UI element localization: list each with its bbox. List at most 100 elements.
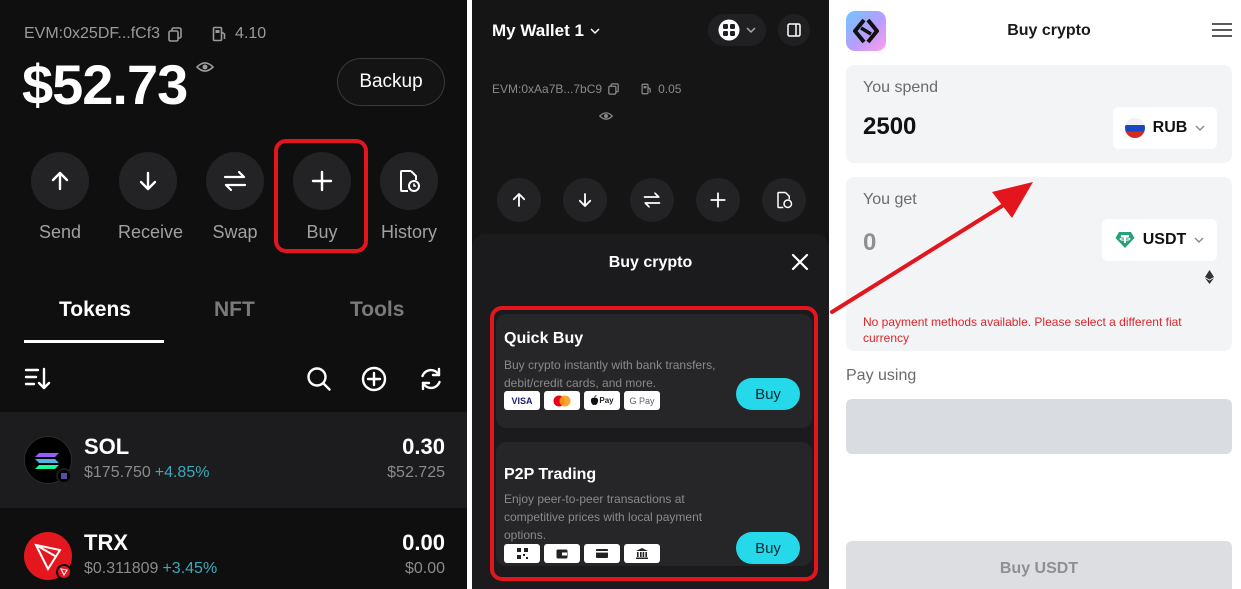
arrow-down-icon (139, 171, 157, 191)
swap-icon (223, 170, 247, 192)
send-action[interactable] (497, 178, 541, 222)
total-balance: $52.73 (22, 53, 188, 116)
token-name: SOL (84, 434, 130, 459)
copy-icon[interactable] (608, 83, 619, 95)
payment-method-select[interactable] (846, 399, 1232, 454)
arrow-up-icon (51, 171, 69, 191)
chevron-down-icon (1194, 237, 1204, 243)
token-amount: 0.30 (402, 434, 445, 459)
sort-icon[interactable] (24, 366, 52, 392)
sheet-title: Buy crypto (608, 254, 693, 271)
refresh-icon[interactable] (418, 366, 444, 392)
ethereum-network-icon (1205, 270, 1214, 284)
wallet-home-screen: EVM:0x25DF...fCf3 4.10 $52.73 Backup Sen… (0, 0, 467, 589)
wallet-address-row: EVM:0xAa7B...7bC9 0.05 (492, 82, 681, 96)
apps-grid-icon (718, 19, 740, 41)
gas-icon (641, 83, 651, 95)
plus-icon (710, 192, 726, 208)
swap-label: Swap (212, 222, 258, 242)
history-action[interactable] (762, 178, 806, 222)
token-row-sol[interactable]: SOL $175.750 +4.85% 0.30 $52.725 (0, 412, 467, 508)
usdt-icon (1115, 232, 1135, 248)
close-icon[interactable] (790, 252, 810, 272)
history-icon (400, 170, 420, 192)
chevron-down-icon (746, 26, 756, 33)
token-price: $175.750 (84, 464, 151, 481)
buy-action[interactable] (696, 178, 740, 222)
tab-tokens[interactable]: Tokens (59, 298, 131, 322)
buy-options-screen: My Wallet 1 EVM:0xAa7B...7bC9 0.05 Buy c… (472, 0, 829, 589)
crypto-currency-code: USDT (1142, 231, 1187, 248)
tron-icon (34, 543, 72, 580)
token-name: TRX (84, 530, 128, 555)
get-card: You get 0 USDT No payment methods availa… (846, 177, 1232, 351)
solana-icon (35, 453, 72, 484)
history-label: History (380, 222, 437, 242)
token-value: $52.725 (387, 464, 445, 481)
crypto-currency-select[interactable]: USDT (1102, 219, 1217, 261)
history-icon (777, 191, 793, 209)
get-label: You get (863, 191, 917, 208)
chevron-down-icon (1195, 125, 1205, 131)
gas-icon (212, 26, 226, 42)
arrow-up-icon (512, 193, 526, 207)
active-tab-indicator (24, 340, 164, 343)
receive-action[interactable]: Receive (118, 152, 184, 243)
sol-logo (24, 436, 72, 484)
apps-button[interactable] (708, 14, 766, 46)
copy-icon[interactable] (168, 26, 182, 42)
wallet-address[interactable]: EVM:0xAa7B...7bC9 (492, 82, 602, 96)
page-title: Buy crypto (1007, 22, 1091, 39)
chevron-down-icon (590, 27, 600, 34)
asset-tabs: Tokens NFT Tools (24, 298, 444, 344)
spend-label: You spend (863, 79, 939, 96)
trx-logo (24, 532, 72, 580)
sidebar-icon (787, 23, 801, 37)
options-highlight-box (490, 306, 818, 581)
buy-highlight-box (274, 139, 368, 253)
token-change: +4.85% (154, 464, 210, 481)
fiat-currency-select[interactable]: RUB (1113, 107, 1217, 149)
receive-label: Receive (118, 222, 184, 242)
send-label: Send (38, 222, 82, 242)
gas-value: 4.10 (235, 25, 267, 42)
tab-tools[interactable]: Tools (350, 298, 404, 322)
backup-button[interactable]: Backup (337, 58, 445, 106)
no-payment-methods-error: No payment methods available. Please sel… (863, 315, 1182, 345)
buy-usdt-button[interactable]: Buy USDT (846, 541, 1232, 589)
token-price-line: $175.750 +4.85% (84, 464, 209, 482)
token-price: $0.311809 (84, 560, 159, 577)
token-change: +3.45% (162, 560, 218, 577)
fiat-currency-code: RUB (1152, 119, 1188, 136)
buy-crypto-form-screen: Buy crypto You spend 2500 RUB You get 0 … (829, 0, 1241, 589)
wallet-address[interactable]: EVM:0x25DF...fCf3 (24, 25, 160, 43)
wallet-name: My Wallet 1 (492, 21, 584, 40)
receive-action[interactable] (563, 178, 607, 222)
wallet-selector[interactable]: My Wallet 1 (492, 21, 600, 41)
tab-nft[interactable]: NFT (214, 298, 255, 322)
swap-action[interactable] (630, 178, 674, 222)
token-row-trx[interactable]: TRX $0.311809 +3.45% 0.00 $0.00 (0, 508, 467, 589)
arrow-down-icon (578, 193, 592, 207)
gas-value: 0.05 (658, 82, 682, 96)
eye-icon[interactable] (196, 58, 214, 76)
spend-amount-input[interactable]: 2500 (863, 113, 916, 141)
token-amount: 0.00 (402, 530, 445, 555)
eye-icon[interactable] (599, 109, 613, 123)
search-icon[interactable] (306, 366, 332, 392)
spend-card: You spend 2500 RUB (846, 65, 1232, 163)
history-action[interactable]: History (379, 152, 439, 243)
token-value: $0.00 (404, 560, 445, 577)
sidebar-toggle-button[interactable] (778, 14, 810, 46)
russia-flag-icon (1124, 118, 1145, 138)
get-amount: 0 (863, 229, 877, 256)
wallet-address-row: EVM:0x25DF...fCf3 4.10 (24, 25, 266, 43)
add-token-icon[interactable] (361, 366, 387, 392)
swap-action[interactable]: Swap (205, 152, 265, 243)
hamburger-menu-icon[interactable] (1212, 22, 1232, 38)
buy-crypto-sheet: Buy crypto Quick Buy Buy crypto instantl… (472, 234, 829, 589)
token-price-line: $0.311809 +3.45% (84, 560, 217, 578)
token-toolbar (24, 366, 444, 392)
send-action[interactable]: Send (30, 152, 90, 243)
swap-icon (643, 192, 661, 208)
